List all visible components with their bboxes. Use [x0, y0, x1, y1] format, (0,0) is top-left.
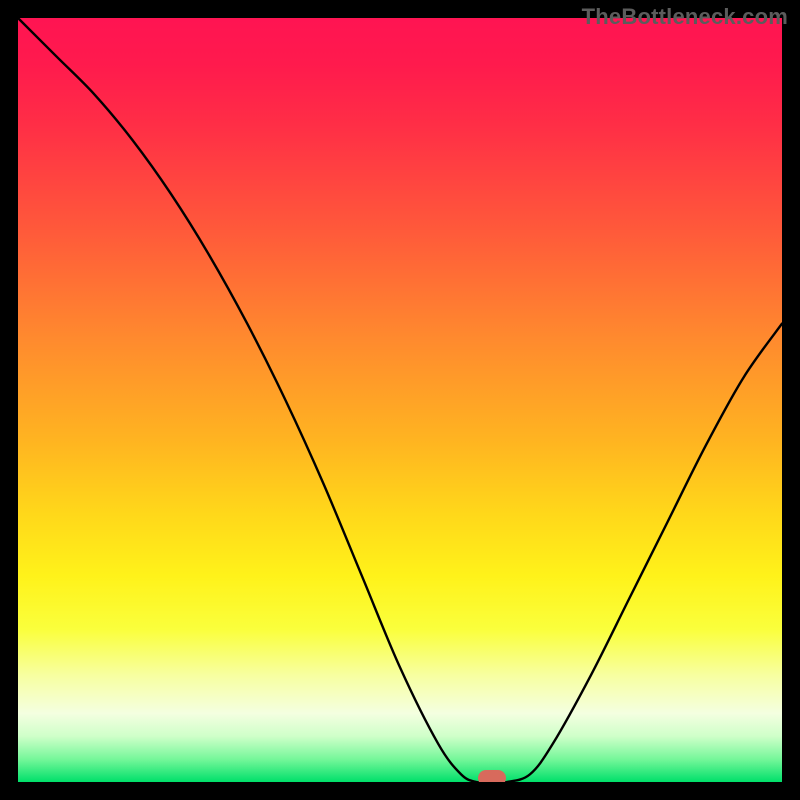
optimal-marker [478, 770, 506, 782]
watermark-text: TheBottleneck.com [582, 4, 788, 30]
chart-frame: TheBottleneck.com [0, 0, 800, 800]
bottleneck-curve [18, 18, 782, 782]
plot-area [18, 18, 782, 782]
